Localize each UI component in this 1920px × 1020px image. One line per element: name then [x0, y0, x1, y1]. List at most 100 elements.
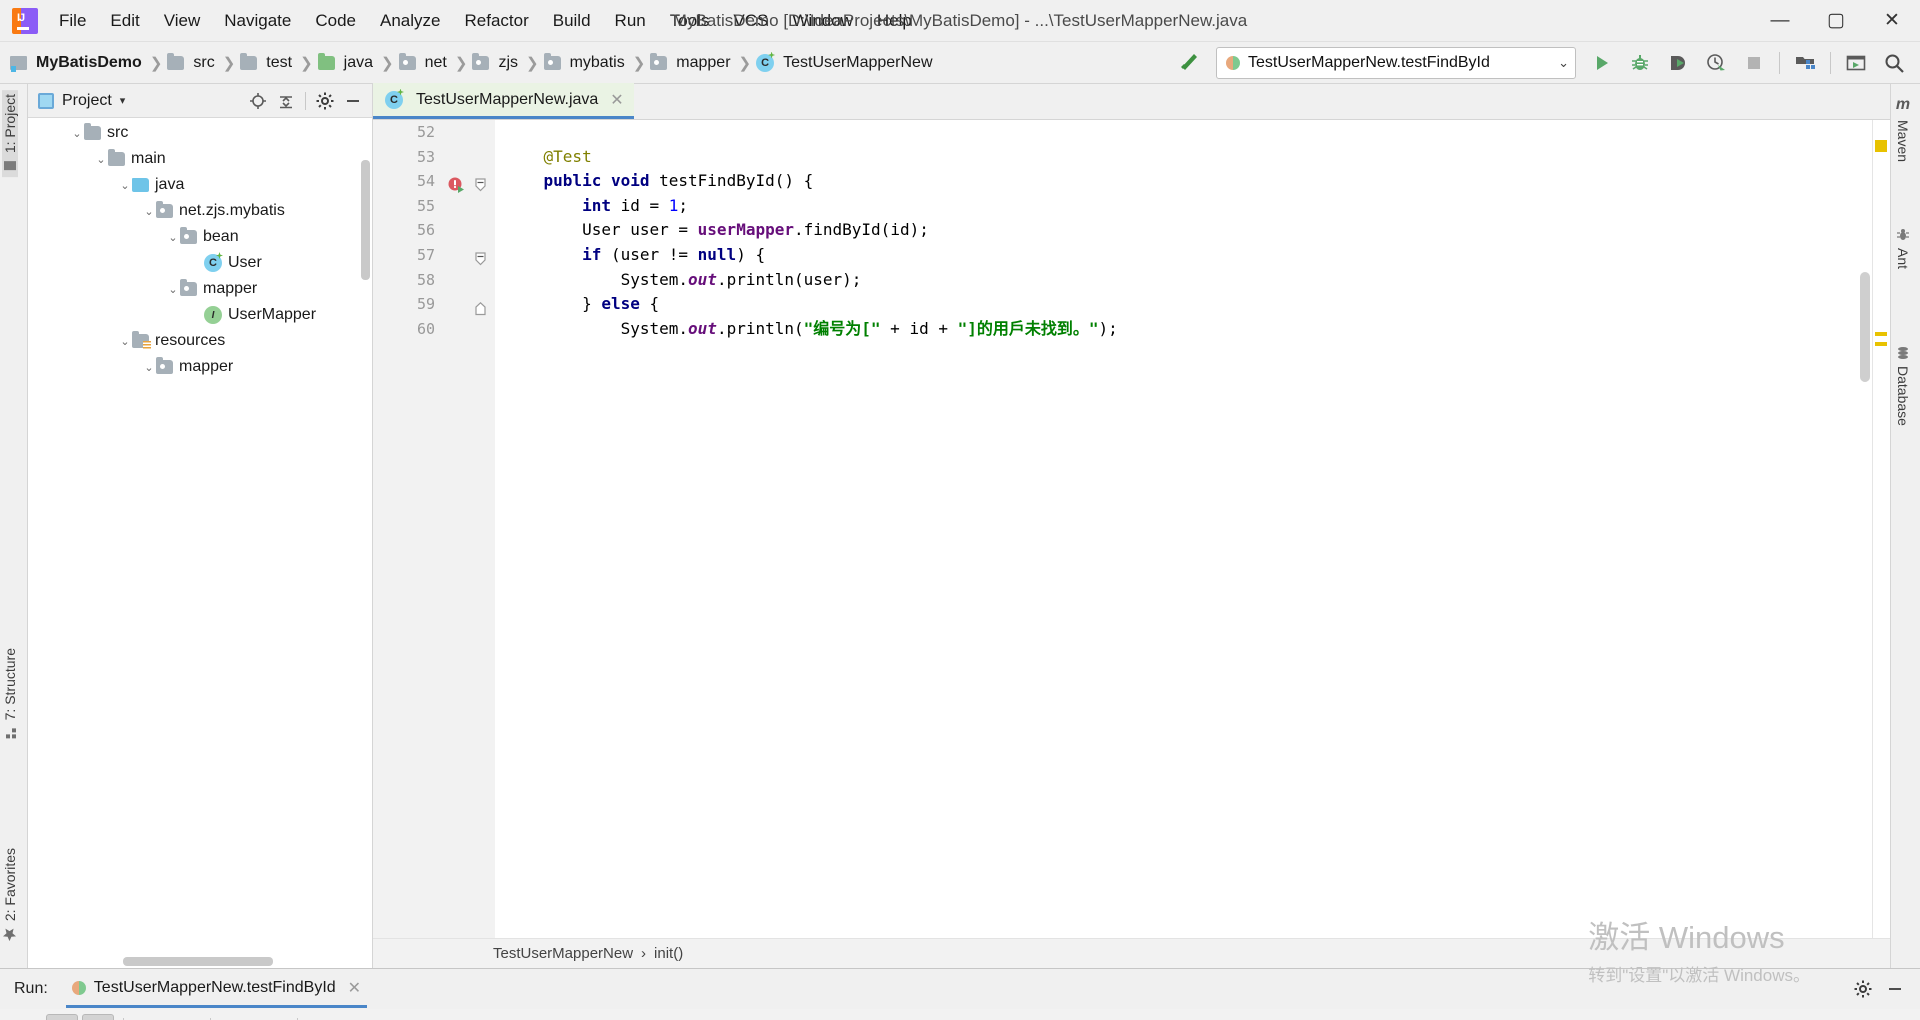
chevron-down-icon[interactable]: ⌄	[166, 283, 180, 296]
project-tree-vertical-scrollbar[interactable]	[361, 160, 370, 280]
settings-gear-icon[interactable]	[1854, 980, 1872, 998]
collapse-all-button[interactable]	[256, 1014, 288, 1020]
run-button[interactable]	[1584, 46, 1620, 80]
rerun-button[interactable]	[10, 1014, 42, 1020]
close-button[interactable]: ✕	[1864, 0, 1920, 41]
menu-build[interactable]: Build	[542, 7, 602, 35]
breadcrumb-item-testusermappernew[interactable]: C TestUserMapperNew	[756, 52, 935, 74]
search-everywhere-button[interactable]	[1876, 46, 1912, 80]
profiler-button[interactable]	[1698, 46, 1734, 80]
show-ignored-toggle[interactable]	[82, 1014, 114, 1020]
menu-analyze[interactable]: Analyze	[369, 7, 451, 35]
fold-open-icon[interactable]	[475, 178, 486, 192]
breadcrumb-item-mybatisdemo[interactable]: MyBatisDemo	[10, 52, 145, 74]
chevron-down-icon[interactable]: ⌄	[142, 205, 156, 218]
stripe-warning-mark[interactable]	[1875, 342, 1887, 346]
breadcrumb-item-mapper[interactable]: mapper	[650, 52, 733, 74]
chevron-down-icon: ⌄	[1558, 54, 1569, 70]
close-icon[interactable]: ✕	[610, 90, 623, 110]
locate-icon[interactable]	[249, 92, 267, 110]
sort-by-duration-button[interactable]	[169, 1014, 201, 1020]
hide-icon[interactable]	[1886, 980, 1904, 998]
menu-help[interactable]: Help	[866, 7, 923, 35]
tree-item-mapper-java[interactable]: ⌄ mapper	[28, 276, 372, 302]
editor-vertical-scrollbar[interactable]	[1860, 272, 1870, 382]
project-tree[interactable]: ⌄ src ⌄ main ⌄ java ⌄ net.zjs.mybatis ⌄ …	[28, 118, 372, 968]
hide-icon[interactable]	[344, 92, 362, 110]
editor-body[interactable]: 52 53 54 55 56 57 58 59 60 @Test public …	[373, 120, 1890, 938]
debug-button[interactable]	[1622, 46, 1658, 80]
chevron-down-icon[interactable]: ⌄	[118, 335, 132, 348]
close-icon[interactable]: ✕	[348, 978, 361, 998]
run-tab-testusermappernew[interactable]: TestUserMapperNew.testFindById ✕	[65, 970, 368, 1008]
run-test-icon[interactable]	[447, 176, 467, 196]
editor-error-stripe[interactable]	[1872, 120, 1890, 938]
expand-all-button[interactable]	[220, 1014, 252, 1020]
editor-tab-testusermappernew[interactable]: C TestUserMapperNew.java ✕	[373, 83, 634, 119]
editor-gutter[interactable]: 52 53 54 55 56 57 58 59 60	[373, 120, 443, 938]
stripe-warning-mark[interactable]	[1875, 140, 1887, 152]
breadcrumb-method[interactable]: init()	[654, 945, 683, 962]
sidebar-item-project[interactable]: 1: Project	[2, 90, 18, 178]
menu-tools[interactable]: Tools	[659, 7, 721, 35]
editor-marker-column[interactable]	[443, 120, 495, 938]
sidebar-item-structure[interactable]: 7: Structure	[2, 644, 18, 744]
sidebar-item-maven[interactable]: m Maven	[1895, 92, 1911, 166]
menu-code[interactable]: Code	[304, 7, 367, 35]
fold-open-icon[interactable]	[475, 252, 486, 266]
sidebar-item-ant[interactable]: Ant	[1895, 224, 1911, 273]
more-actions-button[interactable]: »	[307, 1014, 339, 1020]
tree-item-main[interactable]: ⌄ main	[28, 146, 372, 172]
sidebar-item-favorites[interactable]: 2: Favorites	[2, 844, 18, 946]
tree-item-label: bean	[203, 228, 239, 245]
menu-file[interactable]: File	[48, 7, 97, 35]
source-folder-icon	[317, 52, 335, 70]
menu-run[interactable]: Run	[604, 7, 657, 35]
fold-close-icon[interactable]	[475, 302, 486, 316]
editor-code[interactable]: @Test public void testFindById() { int i…	[495, 120, 1890, 938]
chevron-down-icon[interactable]: ⌄	[142, 361, 156, 374]
sidebar-item-label: 2: Favorites	[2, 848, 18, 922]
menu-view[interactable]: View	[153, 7, 212, 35]
tree-item-usermapper[interactable]: I UserMapper	[28, 302, 372, 328]
run-configuration-selector[interactable]: TestUserMapperNew.testFindById ⌄	[1216, 46, 1576, 79]
tree-item-user[interactable]: C User	[28, 250, 372, 276]
update-project-button[interactable]	[1838, 46, 1874, 80]
minimize-button[interactable]: —	[1752, 0, 1808, 41]
breadcrumb-item-mybatis[interactable]: mybatis	[543, 52, 628, 74]
tree-item-bean[interactable]: ⌄ bean	[28, 224, 372, 250]
stop-button[interactable]	[1736, 46, 1772, 80]
show-passed-toggle[interactable]	[46, 1014, 78, 1020]
tree-item-mapper-resources[interactable]: ⌄ mapper	[28, 354, 372, 380]
tree-item-java[interactable]: ⌄ java	[28, 172, 372, 198]
breadcrumb-item-zjs[interactable]: zjs	[472, 52, 521, 74]
breadcrumb-item-src[interactable]: src	[167, 52, 217, 74]
menu-vcs[interactable]: VCS	[722, 7, 779, 35]
project-structure-button[interactable]	[1787, 46, 1823, 80]
stripe-warning-mark[interactable]	[1875, 332, 1887, 336]
menu-edit[interactable]: Edit	[99, 7, 150, 35]
menu-refactor[interactable]: Refactor	[453, 7, 539, 35]
sort-alphabetically-button[interactable]: az	[133, 1014, 165, 1020]
settings-gear-icon[interactable]	[316, 92, 334, 110]
breadcrumb-item-test[interactable]: test	[240, 52, 295, 74]
make-project-button[interactable]	[1172, 46, 1208, 80]
tree-item-src[interactable]: ⌄ src	[28, 120, 372, 146]
sidebar-item-database[interactable]: Database	[1895, 342, 1911, 430]
breadcrumb-item-java[interactable]: java	[317, 52, 376, 74]
project-tree-horizontal-scrollbar[interactable]	[123, 957, 273, 966]
menu-navigate[interactable]: Navigate	[213, 7, 302, 35]
chevron-down-icon[interactable]: ▾	[120, 94, 126, 107]
tree-item-resources[interactable]: ⌄ resources	[28, 328, 372, 354]
chevron-down-icon[interactable]: ⌄	[94, 153, 108, 166]
chevron-down-icon[interactable]: ⌄	[118, 179, 132, 192]
run-with-coverage-button[interactable]	[1660, 46, 1696, 80]
collapse-all-icon[interactable]	[277, 92, 295, 110]
menu-window[interactable]: Window	[781, 7, 863, 35]
breadcrumb-class[interactable]: TestUserMapperNew	[493, 945, 633, 962]
breadcrumb-item-net[interactable]: net	[398, 52, 450, 74]
chevron-down-icon[interactable]: ⌄	[166, 231, 180, 244]
maximize-button[interactable]: ▢	[1808, 0, 1864, 41]
tree-item-net-zjs-mybatis[interactable]: ⌄ net.zjs.mybatis	[28, 198, 372, 224]
chevron-down-icon[interactable]: ⌄	[70, 127, 84, 140]
